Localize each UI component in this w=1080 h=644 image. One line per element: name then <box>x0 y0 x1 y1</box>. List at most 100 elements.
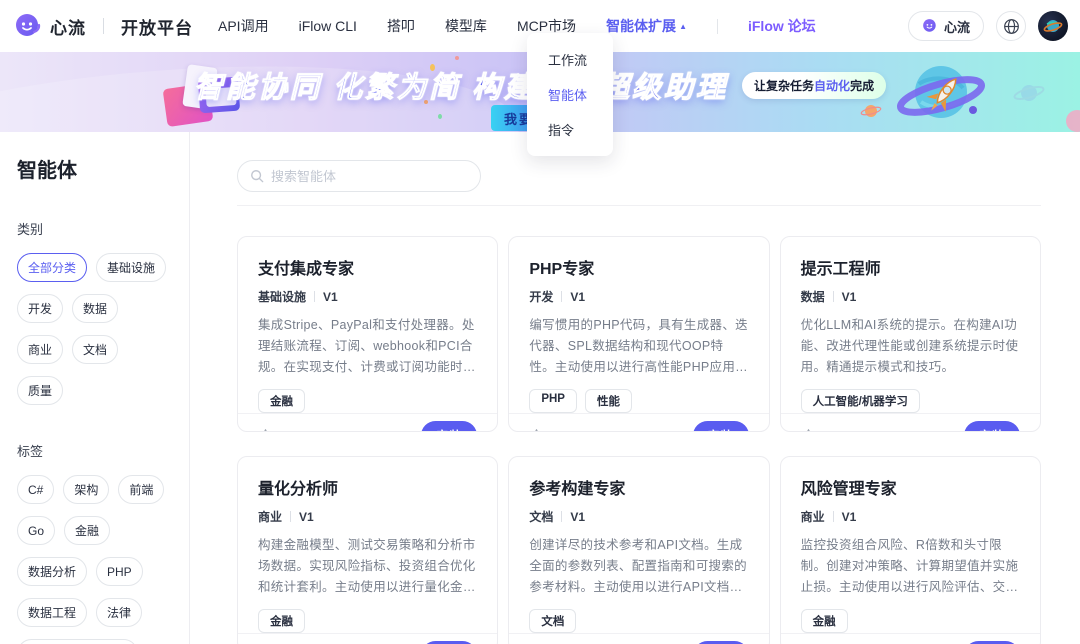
nav-item-models[interactable]: 模型库 <box>445 16 487 36</box>
account-logo-icon <box>922 18 938 34</box>
agent-category: 基础设施 <box>258 288 306 305</box>
search-input[interactable] <box>271 169 468 184</box>
agent-description: 优化LLM和AI系统的提示。在构建AI功能、改进代理性能或创建系统提示时使用。精… <box>801 315 1020 378</box>
star-icon[interactable] <box>529 428 544 433</box>
category-pill-quality[interactable]: 质量 <box>17 376 63 405</box>
agent-category: 文档 <box>529 508 553 525</box>
tag-pill-go[interactable]: Go <box>17 516 55 545</box>
agent-description: 集成Stripe、PayPal和支付处理器。处理结账流程、订阅、webhook和… <box>258 315 477 378</box>
install-button[interactable]: 安装 <box>964 421 1020 433</box>
nav-item-api[interactable]: API调用 <box>218 16 269 36</box>
agent-category: 开发 <box>529 288 553 305</box>
saturn-avatar-icon <box>1043 16 1063 36</box>
header-actions: 心流 <box>908 11 1068 41</box>
install-button[interactable]: 安装 <box>421 421 477 433</box>
tag-pill-frontend[interactable]: 前端 <box>118 475 164 504</box>
category-pill-dev[interactable]: 开发 <box>17 294 63 323</box>
dropdown-item-command[interactable]: 指令 <box>527 112 613 147</box>
agent-version: V1 <box>570 290 585 304</box>
category-label: 类别 <box>17 219 172 238</box>
star-count: 7 <box>280 428 287 433</box>
agent-title: 风险管理专家 <box>801 475 1020 499</box>
edge-circle-decor <box>1066 110 1080 132</box>
brand-logo-icon <box>14 12 42 40</box>
agent-version: V1 <box>842 290 857 304</box>
user-avatar[interactable] <box>1038 11 1068 41</box>
tags-label: 标签 <box>17 441 172 460</box>
logo[interactable]: 心流 开放平台 <box>14 12 193 40</box>
agent-tag: 金融 <box>801 609 848 633</box>
agent-tag: 金融 <box>258 389 305 413</box>
search-box[interactable] <box>237 160 481 192</box>
agent-title: 提示工程师 <box>801 255 1020 279</box>
globe-icon <box>1003 18 1020 35</box>
dropdown-item-agent[interactable]: 智能体 <box>527 77 613 112</box>
agent-description: 编写惯用的PHP代码，具有生成器、迭代器、SPL数据结构和现代OOP特性。主动使… <box>529 315 748 378</box>
badge-highlight: 自动化 <box>814 79 850 93</box>
agent-card-grid: 支付集成专家 基础设施 V1 集成Stripe、PayPal和支付处理器。处理结账… <box>237 236 1041 644</box>
page-title: 智能体 <box>17 154 172 183</box>
agent-title: 量化分析师 <box>258 475 477 499</box>
agent-title: PHP专家 <box>529 255 748 279</box>
tag-pill-php[interactable]: PHP <box>96 557 143 586</box>
main-nav: API调用 iFlow CLI 搭叩 模型库 MCP市场 智能体扩展▲ iFlo… <box>218 16 816 36</box>
install-button[interactable]: 安装 <box>964 641 1020 644</box>
agent-description: 创建详尽的技术参考和API文档。生成全面的参数列表、配置指南和可搜索的参考材料。… <box>529 535 748 598</box>
tag-pill-architecture[interactable]: 架构 <box>63 475 109 504</box>
content-divider <box>237 205 1041 206</box>
agent-category: 商业 <box>258 508 282 525</box>
agent-tag: PHP <box>529 389 577 413</box>
agent-card[interactable]: 风险管理专家 商业V1 监控投资组合风险、R倍数和头寸限制。创建对冲策略、计算期… <box>780 456 1041 644</box>
star-count: 9 <box>551 428 558 433</box>
agent-category: 数据 <box>801 288 825 305</box>
nav-item-iflow-cli[interactable]: iFlow CLI <box>299 18 357 34</box>
agent-card[interactable]: 量化分析师 商业V1 构建金融模型、测试交易策略和分析市场数据。实现风险指标、投… <box>237 456 498 644</box>
confetti-dot <box>455 56 459 60</box>
language-button[interactable] <box>996 11 1026 41</box>
install-button[interactable]: 安装 <box>693 641 749 644</box>
filter-sidebar: 智能体 类别 全部分类 基础设施 开发 数据 商业 文档 质量 标签 C# 架构… <box>0 132 190 644</box>
star-icon[interactable] <box>801 428 816 433</box>
agent-version: V1 <box>299 510 314 524</box>
agent-title: 支付集成专家 <box>258 255 477 279</box>
nav-item-iflow-forum[interactable]: iFlow 论坛 <box>748 16 816 36</box>
agent-version: V1 <box>842 510 857 524</box>
install-button[interactable]: 安装 <box>693 421 749 433</box>
brand-divider <box>103 18 104 34</box>
star-icon[interactable] <box>258 428 273 433</box>
nav-divider <box>717 19 718 34</box>
category-pill-data[interactable]: 数据 <box>72 294 118 323</box>
tag-pills: C# 架构 前端 Go 金融 数据分析 PHP 数据工程 法律 人工智能/机器学… <box>17 475 172 644</box>
agent-card[interactable]: 支付集成专家 基础设施 V1 集成Stripe、PayPal和支付处理器。处理结账… <box>237 236 498 432</box>
agent-card[interactable]: 参考构建专家 文档V1 创建详尽的技术参考和API文档。生成全面的参数列表、配置… <box>508 456 769 644</box>
category-pills: 全部分类 基础设施 开发 数据 商业 文档 质量 <box>17 253 172 405</box>
nav-item-agent-extensions[interactable]: 智能体扩展▲ <box>606 16 687 36</box>
account-button[interactable]: 心流 <box>908 11 984 41</box>
agent-extensions-dropdown: 工作流 智能体 指令 <box>527 33 613 156</box>
account-label: 心流 <box>944 17 970 36</box>
tag-pill-data-eng[interactable]: 数据工程 <box>17 598 87 627</box>
tag-pill-finance[interactable]: 金融 <box>64 516 110 545</box>
category-pill-infra[interactable]: 基础设施 <box>96 253 166 282</box>
brand-name: 心流 <box>50 14 86 39</box>
nav-item-agent-extensions-label: 智能体扩展 <box>606 18 676 34</box>
agent-tag: 性能 <box>585 389 632 413</box>
tag-pill-csharp[interactable]: C# <box>17 475 54 504</box>
badge-prefix: 让复杂任务 <box>754 79 814 93</box>
category-pill-business[interactable]: 商业 <box>17 335 63 364</box>
nav-item-dakou[interactable]: 搭叩 <box>387 16 415 36</box>
dropdown-item-workflow[interactable]: 工作流 <box>527 42 613 77</box>
confetti-dot <box>438 114 442 119</box>
agent-card[interactable]: PHP专家 开发 V1 编写惯用的PHP代码，具有生成器、迭代器、SPL数据结构和… <box>508 236 769 432</box>
tag-pill-ai-ml[interactable]: 人工智能/机器学习 <box>17 639 138 644</box>
banner-headline: 智能协同 化繁为简 构建你的超级助理 <box>194 64 728 106</box>
agent-tag: 金融 <box>258 609 305 633</box>
tag-pill-law[interactable]: 法律 <box>96 598 142 627</box>
install-button[interactable]: 安装 <box>421 641 477 644</box>
category-pill-all[interactable]: 全部分类 <box>17 253 87 282</box>
agent-tag: 文档 <box>529 609 576 633</box>
agent-card[interactable]: 提示工程师 数据 V1 优化LLM和AI系统的提示。在构建AI功能、改进代理性能或… <box>780 236 1041 432</box>
agent-version: V1 <box>323 290 338 304</box>
category-pill-docs[interactable]: 文档 <box>72 335 118 364</box>
tag-pill-data-analysis[interactable]: 数据分析 <box>17 557 87 586</box>
